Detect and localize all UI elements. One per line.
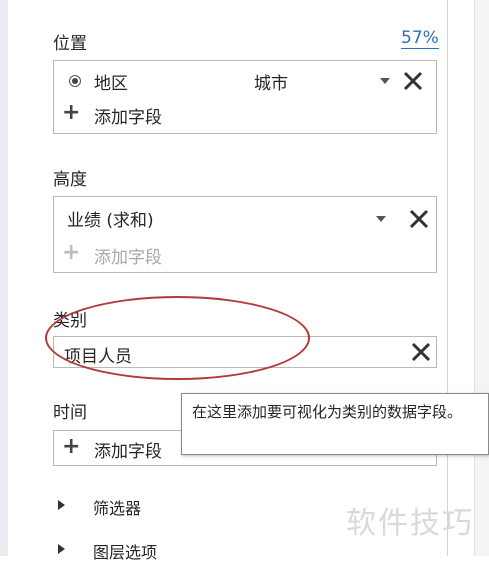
height-add-field-label: 添加字段 <box>94 248 162 268</box>
watermark-text: 软件技巧 <box>346 506 474 541</box>
time-add-field-label: 添加字段 <box>94 442 162 462</box>
location-field-box: 地区 城市 + 添加字段 <box>53 60 437 134</box>
location-label: 位置 <box>53 34 87 54</box>
category-tooltip: 在这里添加要可视化为类别的数据字段。 <box>181 393 489 455</box>
highlight-ellipse <box>45 296 310 380</box>
close-icon[interactable] <box>402 70 424 92</box>
height-add-field-row[interactable]: + 添加字段 <box>54 239 436 269</box>
filters-section-label: 筛选器 <box>93 499 142 518</box>
location-field-row[interactable]: 地区 城市 <box>54 65 436 95</box>
plus-icon: + <box>62 240 81 265</box>
radio-selected-icon[interactable] <box>69 75 81 87</box>
left-edge-panel <box>0 0 8 556</box>
time-label: 时间 <box>53 403 87 423</box>
location-add-field-row[interactable]: + 添加字段 <box>54 99 436 129</box>
plus-icon: + <box>62 434 81 459</box>
height-field-row[interactable]: 业绩 (求和) <box>54 202 436 232</box>
height-field-box: 业绩 (求和) + 添加字段 <box>53 196 437 273</box>
location-percent-link[interactable]: 57% <box>401 28 439 49</box>
location-field-name: 地区 <box>94 74 128 94</box>
layer-options-section-label: 图层选项 <box>93 543 158 562</box>
triangle-right-icon <box>58 544 65 554</box>
height-field-name: 业绩 (求和) <box>67 211 154 231</box>
location-add-field-label: 添加字段 <box>94 108 162 128</box>
map-canvas-edge <box>474 0 489 556</box>
dropdown-arrow-icon[interactable] <box>380 78 390 84</box>
close-icon[interactable] <box>408 208 430 230</box>
triangle-right-icon <box>58 500 65 510</box>
dropdown-arrow-icon[interactable] <box>376 216 386 222</box>
close-icon[interactable] <box>410 341 432 363</box>
plus-icon: + <box>62 100 81 125</box>
height-label: 高度 <box>53 170 87 190</box>
panel-scroll-area <box>448 0 474 556</box>
location-field-value: 城市 <box>254 74 288 94</box>
